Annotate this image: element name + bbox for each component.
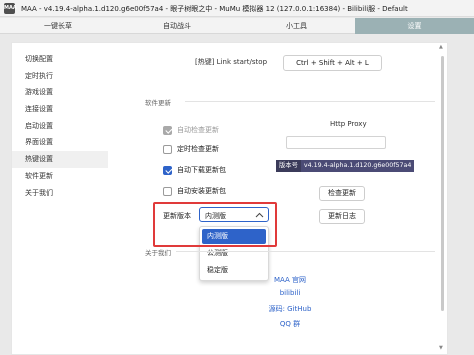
- changelog-button[interactable]: 更新日志: [319, 209, 365, 224]
- auto-check-row: 自动检查更新: [163, 124, 219, 136]
- version-key: 版本号: [276, 160, 301, 172]
- sidebar-item-update[interactable]: 软件更新: [12, 168, 108, 185]
- main-tab-bar: 一键长草 自动战斗 小工具 设置: [0, 18, 474, 34]
- auto-download-label: 自动下载更新包: [177, 166, 226, 174]
- settings-sidebar: 切换配置 定时执行 游戏设置 连接设置 启动设置 界面设置 热键设置 软件更新 …: [12, 51, 108, 201]
- update-section-title: 软件更新: [145, 99, 171, 107]
- window-title: MAA - v4.19.4-alpha.1.d120.g6e00f57a4 - …: [21, 5, 408, 13]
- auto-download-checkbox[interactable]: [163, 165, 172, 175]
- highlight-annotation: [153, 202, 277, 247]
- proxy-input[interactable]: [286, 136, 386, 149]
- official-site-link[interactable]: MAA 官网: [250, 275, 330, 285]
- section-divider: [185, 101, 435, 102]
- scheduled-check-label: 定时检查更新: [177, 145, 219, 153]
- tab-settings[interactable]: 设置: [355, 18, 474, 34]
- hotkey-label: [热键] Link start/stop: [195, 58, 268, 66]
- scroll-down-icon[interactable]: ▼: [439, 345, 443, 351]
- auto-install-label: 自动安装更新包: [177, 187, 226, 195]
- tab-tools[interactable]: 小工具: [238, 18, 355, 34]
- auto-install-checkbox[interactable]: [163, 186, 172, 196]
- title-bar: MAA MAA - v4.19.4-alpha.1.d120.g6e00f57a…: [0, 0, 474, 17]
- sidebar-item-connection[interactable]: 连接设置: [12, 101, 108, 118]
- about-section-title: 关于我们: [145, 249, 171, 257]
- sidebar-item-about[interactable]: 关于我们: [12, 185, 108, 202]
- version-value: v4.19.4-alpha.1.d120.g6e00f57a4: [300, 160, 415, 172]
- scheduled-check-row: 定时检查更新: [163, 143, 219, 155]
- sidebar-item-hotkey[interactable]: 热键设置: [12, 151, 108, 168]
- qq-group-link[interactable]: QQ 群: [250, 319, 330, 329]
- sidebar-item-timer[interactable]: 定时执行: [12, 68, 108, 85]
- bilibili-link[interactable]: bilibili: [250, 289, 330, 297]
- sidebar-item-startup[interactable]: 启动设置: [12, 118, 108, 135]
- sidebar-item-game[interactable]: 游戏设置: [12, 84, 108, 101]
- scheduled-check-checkbox[interactable]: [163, 144, 172, 154]
- scroll-up-icon[interactable]: ▲: [439, 44, 443, 50]
- tab-auto-battle[interactable]: 自动战斗: [116, 18, 238, 34]
- sidebar-item-switch-config[interactable]: 切换配置: [12, 51, 108, 68]
- auto-download-row: 自动下载更新包: [163, 164, 226, 176]
- check-update-button[interactable]: 检查更新: [319, 186, 365, 201]
- app-icon: MAA: [4, 3, 17, 14]
- sidebar-item-ui[interactable]: 界面设置: [12, 134, 108, 151]
- hotkey-input[interactable]: Ctrl + Shift + Alt + L: [283, 55, 382, 71]
- section-divider: [176, 251, 435, 252]
- tab-farming[interactable]: 一键长草: [0, 18, 116, 34]
- github-link[interactable]: 源码: GitHub: [250, 304, 330, 314]
- version-option-beta[interactable]: 公测版: [202, 246, 266, 261]
- auto-install-row: 自动安装更新包: [163, 185, 226, 197]
- proxy-label: Http Proxy: [330, 120, 367, 128]
- version-badge: 版本号 v4.19.4-alpha.1.d120.g6e00f57a4: [276, 160, 415, 172]
- auto-check-checkbox[interactable]: [163, 125, 172, 135]
- scrollbar-thumb[interactable]: [441, 56, 444, 311]
- auto-check-label: 自动检查更新: [177, 126, 219, 134]
